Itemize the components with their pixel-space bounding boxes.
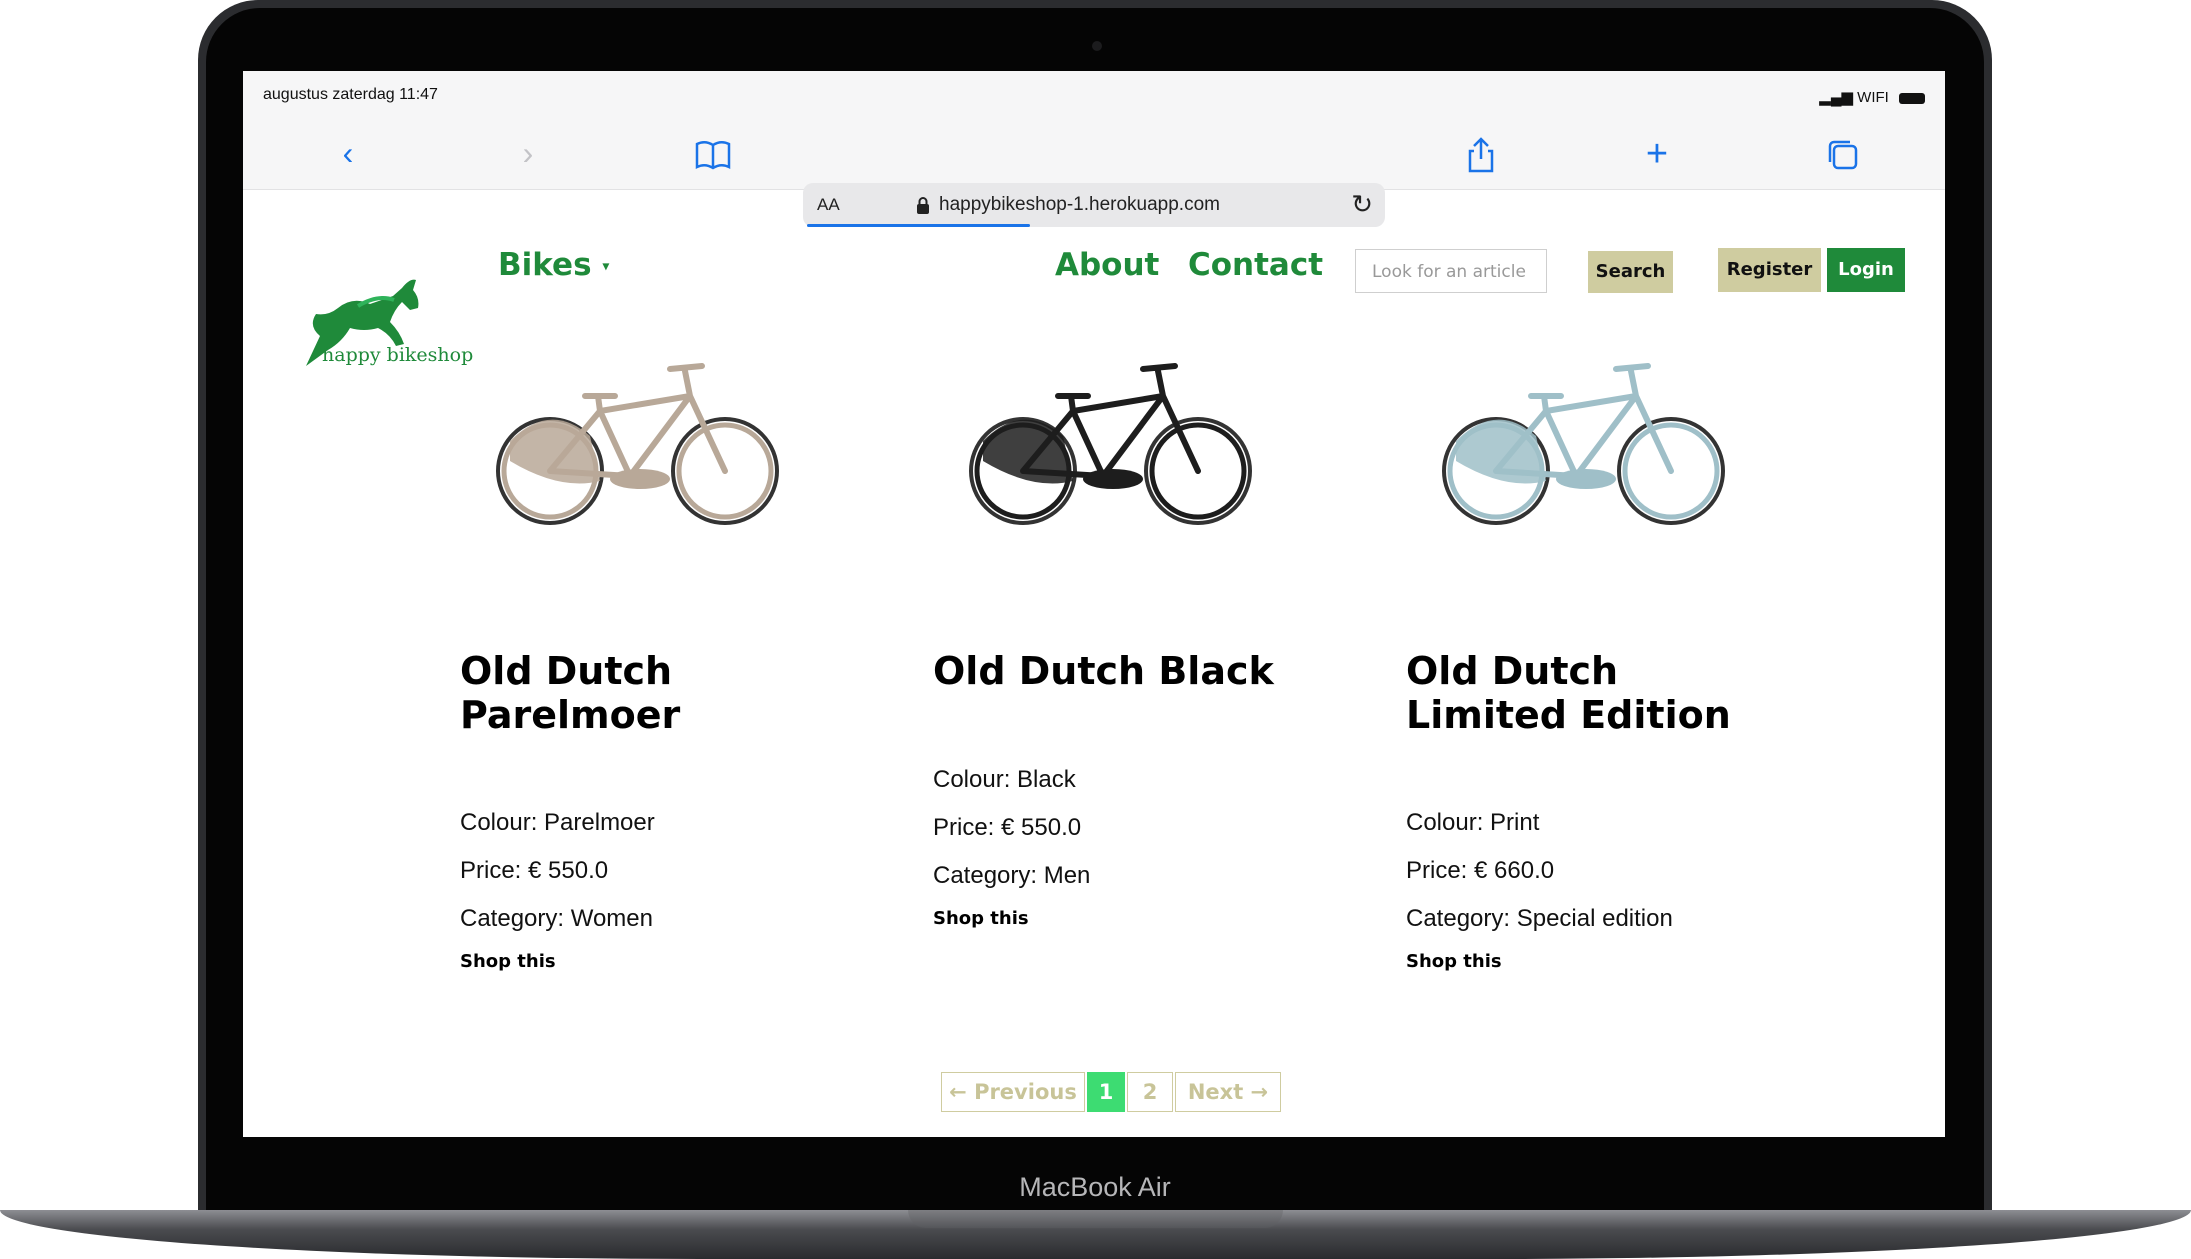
product-colour: Colour: Print [1406, 809, 1540, 836]
reload-icon[interactable]: ↻ [1351, 189, 1373, 220]
wifi-label: WIFI [1857, 89, 1889, 106]
logo-text: happy bikeshop [322, 344, 474, 366]
page-load-progress [807, 224, 1030, 227]
product-title[interactable]: Old Dutch Black [933, 649, 1313, 693]
nav-bikes-label: Bikes [498, 247, 592, 283]
device-label: MacBook Air [1019, 1172, 1171, 1202]
reader-aa-button[interactable]: AA [817, 195, 840, 215]
address-bar[interactable]: AA happybikeshop-1.herokuapp.com ↻ [803, 183, 1385, 227]
status-bar: augustus zaterdag 11:47 ▂▄▆ WIFI [243, 71, 1945, 121]
chevron-down-icon: ▾ [602, 258, 610, 275]
status-indicators: ▂▄▆ WIFI [1819, 88, 1925, 106]
battery-icon [1899, 92, 1925, 104]
tablet-screen: augustus zaterdag 11:47 ▂▄▆ WIFI ‹ › AA … [243, 71, 1945, 1137]
product-category: Category: Men [933, 862, 1091, 889]
pagination-page-2[interactable]: 2 [1127, 1072, 1173, 1112]
bike-image[interactable] [1436, 341, 1736, 541]
laptop-notch [908, 1210, 1283, 1228]
tabs-icon[interactable] [1825, 137, 1861, 173]
pagination-previous[interactable]: ← Previous [941, 1072, 1085, 1112]
search-input[interactable]: Look for an article [1355, 249, 1547, 293]
pagination-next[interactable]: Next → [1175, 1072, 1281, 1112]
search-placeholder: Look for an article [1372, 262, 1526, 282]
back-icon[interactable]: ‹ [323, 135, 373, 172]
browser-toolbar: ‹ › AA happybikeshop-1.herokuapp.com ↻ + [243, 121, 1945, 227]
nav-about[interactable]: About [1055, 247, 1159, 283]
product-price: Price: € 550.0 [933, 814, 1082, 841]
share-icon[interactable] [1461, 135, 1501, 175]
nav-bikes-dropdown[interactable]: Bikes ▾ [498, 247, 609, 283]
product-title[interactable]: Old Dutch Limited Edition [1406, 649, 1786, 737]
product-price: Price: € 550.0 [460, 857, 609, 884]
nav-contact[interactable]: Contact [1188, 247, 1323, 283]
signal-icon: ▂▄▆ [1819, 89, 1853, 106]
bike-image[interactable] [963, 341, 1263, 541]
bookmarks-icon[interactable] [693, 137, 733, 173]
product-title[interactable]: Old Dutch Parelmoer [460, 649, 840, 737]
product-category: Category: Special edition [1406, 905, 1673, 932]
status-time: augustus zaterdag 11:47 [263, 86, 438, 103]
camera-icon [1092, 41, 1102, 51]
shop-this-link[interactable]: Shop this [933, 908, 1029, 929]
product-colour: Colour: Parelmoer [460, 809, 655, 836]
login-button[interactable]: Login [1827, 248, 1905, 292]
url-text: happybikeshop-1.herokuapp.com [939, 194, 1220, 215]
register-button[interactable]: Register [1718, 248, 1821, 292]
lock-icon [915, 196, 931, 221]
new-tab-icon[interactable]: + [1632, 133, 1682, 176]
bike-image[interactable] [490, 341, 790, 541]
search-button[interactable]: Search [1588, 251, 1673, 293]
product-price: Price: € 660.0 [1406, 857, 1555, 884]
forward-icon[interactable]: › [503, 135, 553, 172]
product-category: Category: Women [460, 905, 653, 932]
shop-this-link[interactable]: Shop this [1406, 951, 1502, 972]
pagination-page-1[interactable]: 1 [1087, 1072, 1125, 1112]
product-colour: Colour: Black [933, 766, 1076, 793]
shop-this-link[interactable]: Shop this [460, 951, 556, 972]
